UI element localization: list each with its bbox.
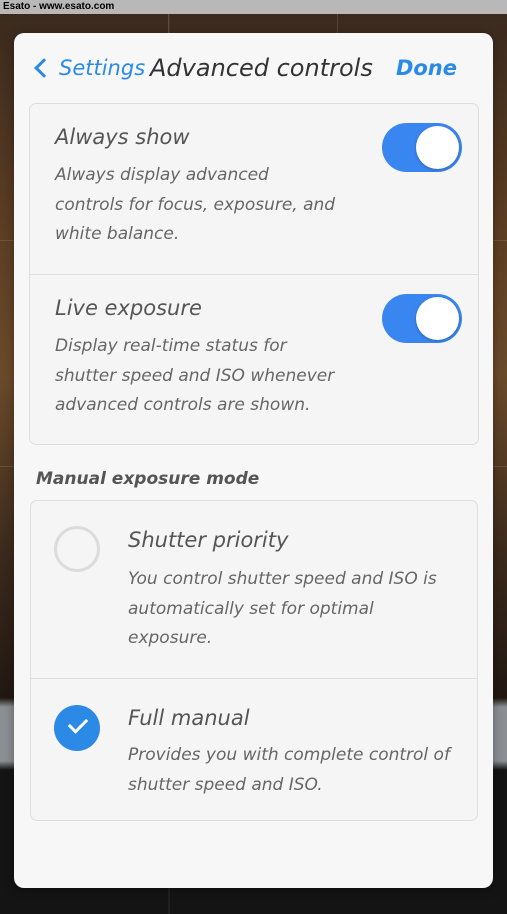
description-line: automatically set for optimal xyxy=(128,598,374,619)
option-description: Provides you with complete control of sh… xyxy=(128,741,450,800)
row-divider xyxy=(30,274,478,275)
description-line: Provides you with complete control of xyxy=(128,745,450,765)
option-title: Full manual xyxy=(128,706,250,730)
description-line: white balance. xyxy=(55,224,180,244)
checkmark-icon xyxy=(67,713,89,734)
toggle-knob xyxy=(416,297,459,340)
setting-title: Always show xyxy=(55,125,190,149)
manual-exposure-card: Shutter priority You control shutter spe… xyxy=(30,500,478,821)
description-line: You control shutter speed and ISO is xyxy=(128,569,437,589)
full-manual-radio[interactable] xyxy=(54,705,100,751)
back-button-label: Settings xyxy=(59,56,146,80)
watermark-bar: Esato - www.esato.com xyxy=(0,0,507,14)
description-line: advanced controls are shown. xyxy=(55,395,311,415)
description-line: exposure. xyxy=(128,628,213,648)
navigation-bar: Settings Advanced controls Done xyxy=(14,33,493,103)
description-line: Always display advanced xyxy=(55,165,269,185)
setting-title: Live exposure xyxy=(55,296,202,320)
description-line: Display real-time status for xyxy=(55,336,287,356)
description-line: shutter speed and ISO whenever xyxy=(55,365,335,386)
description-line: controls for focus, exposure, and xyxy=(55,194,336,215)
advanced-controls-sheet: Settings Advanced controls Done Always s… xyxy=(14,33,493,888)
shutter-priority-radio[interactable] xyxy=(54,526,100,572)
row-divider xyxy=(31,678,477,679)
description-line: shutter speed and ISO. xyxy=(128,774,323,795)
setting-description: Display real-time status for shutter spe… xyxy=(55,332,334,421)
back-button[interactable]: Settings xyxy=(34,53,145,83)
option-title: Shutter priority xyxy=(128,528,289,552)
display-settings-card: Always show Always display advanced cont… xyxy=(29,103,479,445)
section-header-manual-exposure: Manual exposure mode xyxy=(36,469,260,489)
always-show-toggle[interactable] xyxy=(382,123,462,172)
setting-description: Always display advanced controls for foc… xyxy=(55,161,335,250)
page-title: Advanced controls xyxy=(150,54,373,82)
chevron-left-icon xyxy=(34,58,54,78)
option-description: You control shutter speed and ISO is aut… xyxy=(128,565,437,654)
done-button[interactable]: Done xyxy=(396,53,457,83)
live-exposure-toggle[interactable] xyxy=(382,294,462,343)
toggle-knob xyxy=(416,126,459,169)
